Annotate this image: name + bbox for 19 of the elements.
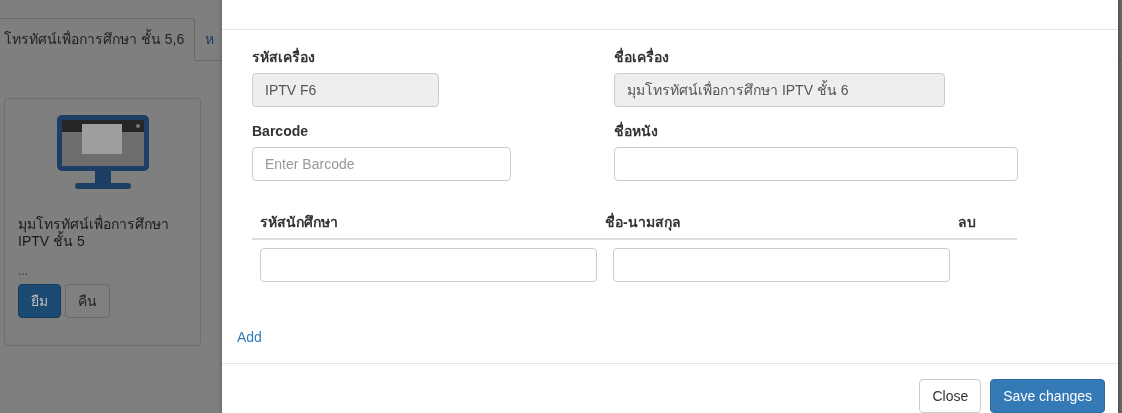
footer-button[interactable]: Save changes [990,379,1105,413]
card-note: ... [18,264,28,278]
column-header: ชื่อ-นามสกุล [605,212,682,233]
tab[interactable]: โทรทัศน์เพื่อการศึกษา ชั้น 5,6 [0,18,196,61]
card-title: มุมโทรทัศน์เพื่อการศึกษา IPTV ชั้น 5 [18,216,170,250]
card-button[interactable]: ยืม [18,284,61,318]
input-field[interactable] [614,147,1018,181]
name-field[interactable] [613,248,950,282]
field-label: Barcode [252,122,310,141]
column-header: รหัสนักศึกษา [260,213,339,232]
footer-button[interactable]: Close [919,379,982,413]
field-label: รหัสเครื่อง [252,47,316,67]
add-link[interactable]: Add [237,327,262,348]
column-header: ลบ [958,213,976,232]
card-button[interactable]: คืน [65,284,110,318]
input-field[interactable]: Enter Barcode [252,147,511,181]
field-label: ชื่อเครื่อง [614,47,670,67]
field-label: ชื่อหนัง [614,121,659,141]
student-id-field[interactable] [260,248,597,282]
